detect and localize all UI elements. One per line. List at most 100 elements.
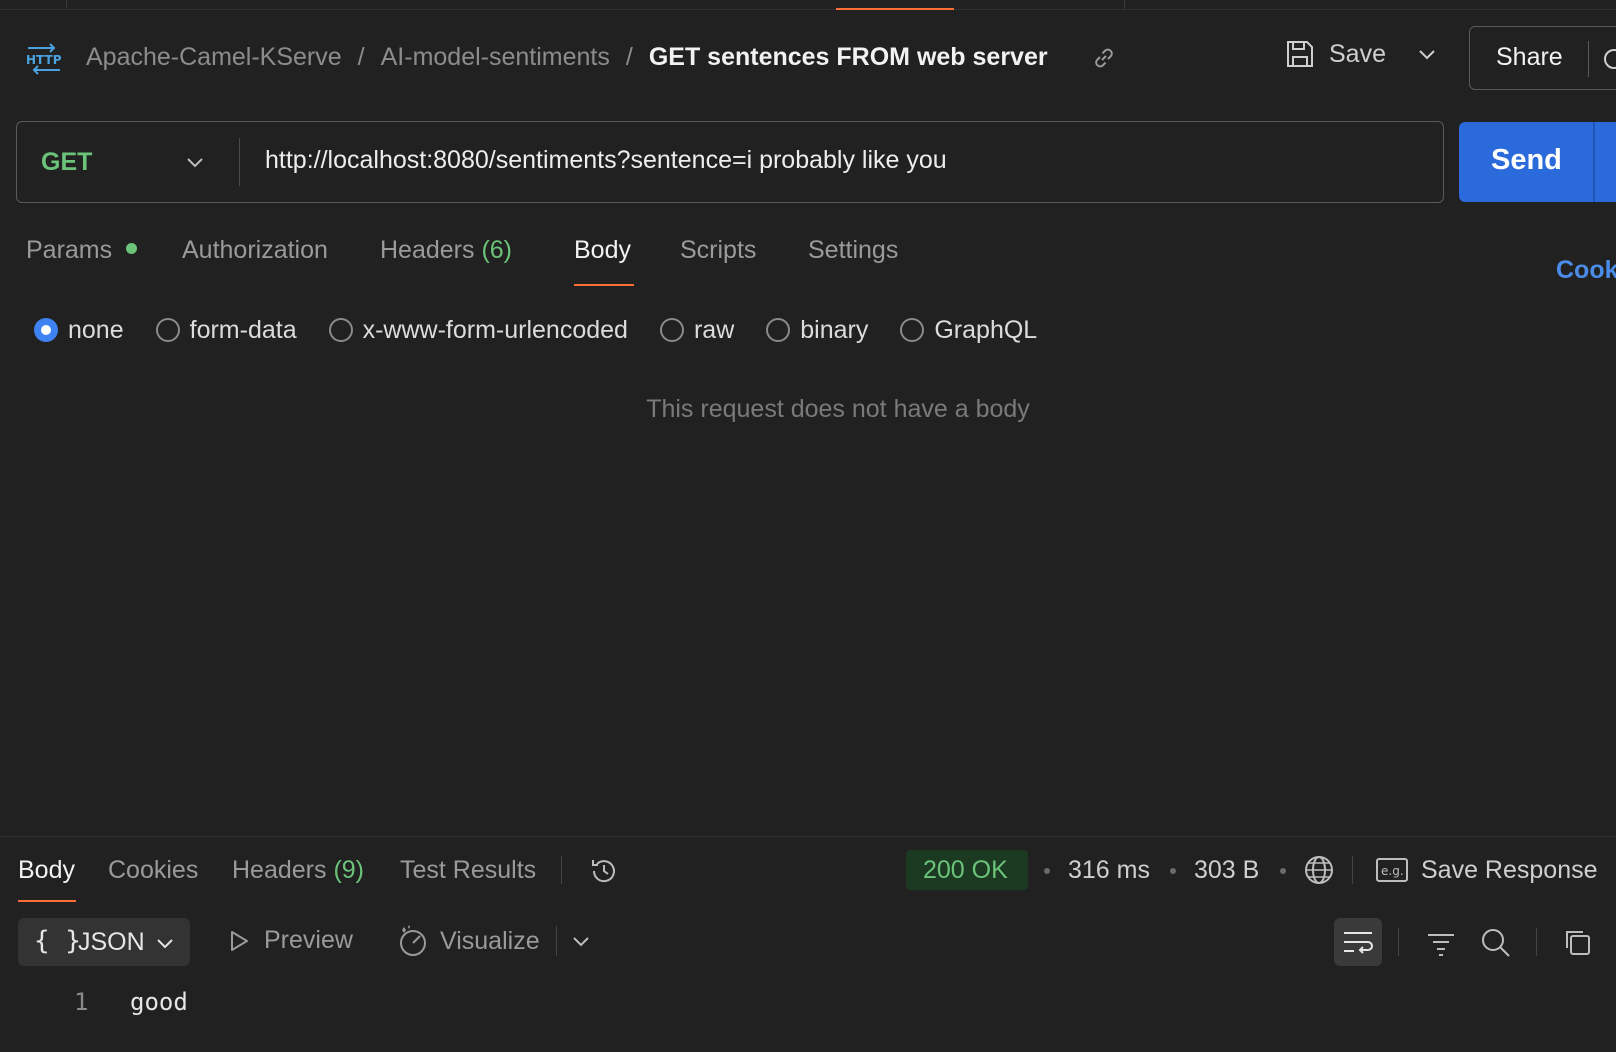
url-divider	[239, 138, 240, 186]
active-tab-underline	[574, 284, 634, 286]
chevron-down-icon[interactable]	[1416, 43, 1438, 65]
tab-settings[interactable]: Settings	[808, 236, 898, 265]
request-name[interactable]: GET sentences FROM web server	[649, 43, 1048, 72]
tab-divider	[561, 856, 562, 884]
format-select[interactable]: { } JSON	[18, 918, 190, 966]
link-icon[interactable]	[1090, 44, 1118, 72]
play-icon	[231, 930, 248, 951]
tab-authorization[interactable]: Authorization	[182, 236, 328, 265]
line-number: 1	[74, 988, 89, 1016]
share-button[interactable]: Share	[1469, 26, 1616, 90]
response-tab-body[interactable]: Body	[18, 856, 75, 885]
history-icon[interactable]	[587, 854, 621, 888]
tab-strip	[0, 0, 1616, 10]
send-divider	[1593, 122, 1595, 202]
response-headers-count: (9)	[333, 856, 365, 884]
tab-body[interactable]: Body	[574, 236, 631, 265]
save-button[interactable]: Save	[1285, 39, 1438, 69]
radio-raw[interactable]: raw	[659, 316, 734, 345]
send-button[interactable]: Send	[1459, 122, 1616, 202]
chevron-down-icon[interactable]	[570, 930, 592, 952]
meta-dot	[1170, 868, 1176, 874]
svg-text:e.g.: e.g.	[1381, 864, 1404, 878]
tab-scripts[interactable]: Scripts	[680, 236, 756, 265]
method-select[interactable]: GET	[41, 148, 92, 177]
response-active-tab-underline	[18, 900, 76, 902]
tab-headers-count: (6)	[481, 236, 513, 264]
response-size[interactable]: 303 B	[1194, 856, 1259, 885]
tab-body-label: Body	[574, 236, 631, 264]
radio-button[interactable]	[766, 318, 791, 342]
tab-separator	[66, 0, 67, 9]
radio-form-data[interactable]: form-data	[155, 315, 297, 345]
radio-graphql[interactable]: GraphQL	[900, 316, 1037, 345]
response-body-line: good	[130, 988, 188, 1016]
breadcrumb: Apache-Camel-KServe / AI-model-sentiment…	[86, 43, 1048, 72]
tab-separator	[1124, 0, 1125, 9]
share-options-icon[interactable]	[1604, 49, 1616, 69]
meta-divider	[1352, 856, 1353, 884]
http-request-icon: HTTP	[26, 43, 62, 75]
save-label: Save	[1329, 39, 1386, 68]
copy-icon[interactable]	[1561, 926, 1595, 960]
response-tab-test-results[interactable]: Test Results	[400, 856, 536, 885]
search-icon[interactable]	[1479, 926, 1513, 960]
radio-binary[interactable]: binary	[766, 316, 868, 345]
breadcrumb-separator: /	[625, 43, 633, 71]
chevron-down-icon[interactable]	[183, 150, 207, 174]
response-tab-headers-label: Headers	[232, 856, 327, 884]
radio-button[interactable]	[659, 318, 684, 342]
visualize-icon	[400, 925, 426, 956]
floppy-disk-icon	[1287, 41, 1313, 67]
params-active-dot	[126, 242, 138, 254]
breadcrumb-collection[interactable]: Apache-Camel-KServe	[86, 43, 342, 72]
tab-authorization-label: Authorization	[182, 236, 328, 264]
active-tab-indicator	[836, 8, 954, 10]
radio-x-www-form-urlencoded[interactable]: x-www-form-urlencoded	[328, 315, 628, 345]
postman-request-window: HTTP Apache-Camel-KServe / AI-model-sent…	[0, 0, 1616, 1052]
preview-button[interactable]: Preview	[226, 926, 353, 955]
globe-icon[interactable]	[1302, 853, 1336, 887]
response-tab-headers[interactable]: Headers (9)	[232, 856, 364, 885]
response-tabs: Body Cookies Headers (9) Test Results	[0, 856, 1616, 906]
save-response-button[interactable]: Save Response	[1421, 856, 1598, 885]
status-badge[interactable]: 200 OK	[906, 850, 1028, 890]
response-divider[interactable]	[0, 836, 1616, 837]
request-header: HTTP Apache-Camel-KServe / AI-model-sent…	[0, 22, 1616, 94]
body-type-radio-group: none form-data x-www-form-urlencoded raw…	[34, 310, 1037, 350]
preview-label: Preview	[264, 926, 353, 954]
url-bar: GET http://localhost:8080/sentiments?sen…	[16, 121, 1444, 203]
radio-label: x-www-form-urlencoded	[362, 315, 628, 344]
tab-params-label: Params	[26, 236, 113, 264]
radio-label: none	[68, 315, 124, 344]
radio-none[interactable]: none	[34, 316, 124, 345]
tab-params[interactable]: Params	[26, 236, 138, 265]
radio-button[interactable]	[328, 318, 353, 342]
breadcrumb-separator: /	[357, 43, 365, 71]
tab-headers[interactable]: Headers (6)	[380, 236, 512, 265]
visualize-label: Visualize	[440, 926, 540, 955]
visualize-button[interactable]: Visualize	[396, 924, 540, 958]
meta-dot	[1044, 868, 1050, 874]
format-label: JSON	[78, 928, 145, 956]
radio-label: form-data	[189, 315, 297, 344]
cookies-link[interactable]: Cook	[1556, 256, 1616, 285]
toolbar-divider	[1536, 928, 1537, 956]
word-wrap-button[interactable]	[1334, 918, 1382, 966]
share-divider	[1588, 41, 1589, 77]
request-tabs: Params Authorization Headers (6) Body Sc…	[0, 236, 1616, 286]
radio-button[interactable]	[155, 318, 180, 342]
breadcrumb-folder[interactable]: AI-model-sentiments	[381, 43, 610, 72]
response-tab-cookies[interactable]: Cookies	[108, 856, 198, 885]
toolbar-divider	[556, 926, 557, 956]
radio-button[interactable]	[34, 318, 58, 342]
url-input[interactable]: http://localhost:8080/sentiments?sentenc…	[265, 146, 947, 175]
toolbar-divider	[1398, 928, 1399, 956]
filter-icon[interactable]	[1424, 926, 1458, 960]
radio-label: GraphQL	[934, 315, 1038, 344]
json-braces-icon: { }	[34, 926, 81, 956]
response-time[interactable]: 316 ms	[1068, 856, 1150, 885]
chevron-down-icon	[157, 939, 173, 949]
radio-button[interactable]	[900, 318, 925, 342]
tab-scripts-label: Scripts	[680, 236, 757, 264]
